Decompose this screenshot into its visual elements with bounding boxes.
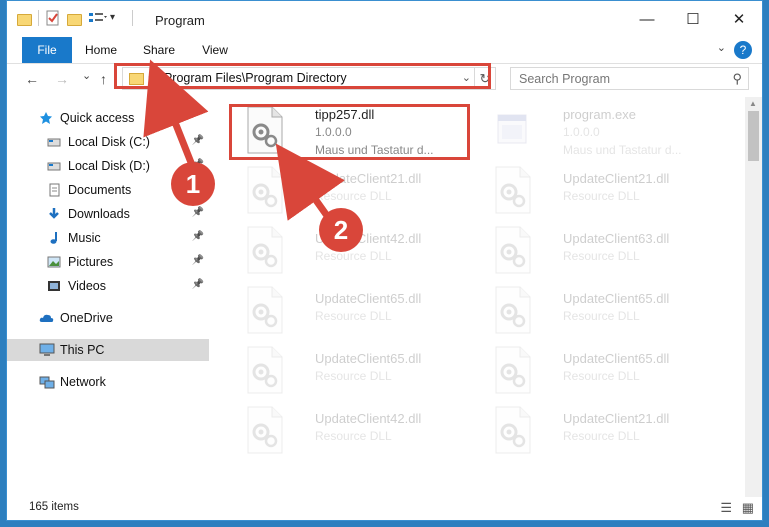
step-1-badge: 1 bbox=[171, 162, 215, 206]
arrow-to-file bbox=[275, 143, 345, 223]
annotation-arrows bbox=[143, 59, 345, 223]
arrow-to-address bbox=[143, 59, 209, 167]
step-2-badge: 2 bbox=[319, 208, 363, 252]
